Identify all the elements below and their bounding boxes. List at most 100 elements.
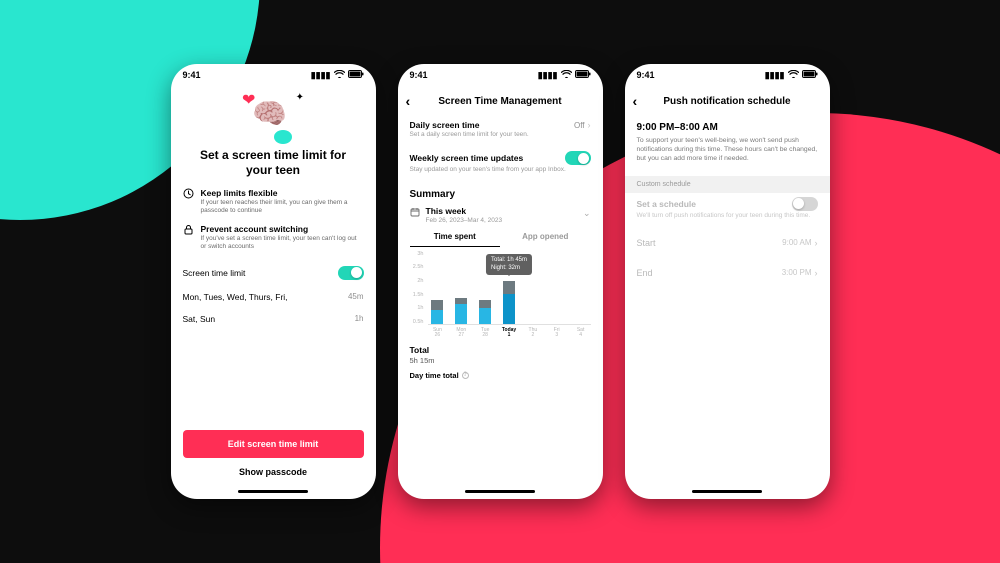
total-row: Total 5h 15m xyxy=(410,345,591,365)
wifi-icon xyxy=(788,70,799,80)
status-time: 9:41 xyxy=(637,70,655,80)
summary-heading: Summary xyxy=(410,189,591,200)
calendar-icon xyxy=(410,207,420,219)
daily-value: Off xyxy=(574,121,585,130)
tab-app-opened[interactable]: App opened xyxy=(500,232,591,247)
chart-tooltip: Total: 1h 45m Night: 32m xyxy=(486,254,532,276)
start-time-row[interactable]: Start 9:00 AM › xyxy=(637,228,818,258)
screen-time-limit-toggle[interactable] xyxy=(338,266,364,280)
daily-sub: Set a daily screen time limit for your t… xyxy=(410,131,591,139)
date-range-selector[interactable]: This week Feb 26, 2023–Mar 4, 2023 ⌄ xyxy=(410,204,591,230)
lock-icon xyxy=(183,224,195,252)
weekdays-label: Mon, Tues, Wed, Thurs, Fri, xyxy=(183,292,288,302)
chart-y-axis: 3h2.5h2h1.5h1h0.5h xyxy=(410,251,424,325)
info-prevent: Prevent account switching If you've set … xyxy=(183,224,364,252)
phones-row: 9:41 ▮▮▮▮ ❤ 🧠 ✦ Set a screen time limit … xyxy=(0,0,1000,563)
day-time-total-row: Day time total ? xyxy=(410,371,591,380)
start-value: 9:00 AM xyxy=(782,238,811,247)
weekly-sub: Stay updated on your teen's time from yo… xyxy=(410,166,591,174)
info-prevent-title: Prevent account switching xyxy=(201,224,364,234)
toggle-label: Screen time limit xyxy=(183,268,246,278)
weekend-row[interactable]: Sat, Sun 1h xyxy=(183,308,364,330)
show-passcode-button[interactable]: Show passcode xyxy=(183,458,364,486)
nav-bar: ‹ Screen Time Management xyxy=(398,86,603,116)
signal-icon: ▮▮▮▮ xyxy=(765,70,785,81)
page-title-line1: Set a screen time limit for xyxy=(189,148,358,163)
tooltip-total: Total: 1h 45m xyxy=(491,257,527,265)
summary-tabs: Time spent App opened xyxy=(410,232,591,247)
battery-icon xyxy=(348,70,364,80)
day-time-total-label: Day time total xyxy=(410,371,459,380)
wifi-icon xyxy=(334,70,345,80)
back-button[interactable]: ‹ xyxy=(633,94,638,108)
phone-push-notification-schedule: 9:41 ▮▮▮▮ ‹ Push notification schedule 9… xyxy=(625,64,830,499)
set-schedule-toggle[interactable] xyxy=(792,197,818,211)
hero-illustration: ❤ 🧠 ✦ xyxy=(238,94,308,142)
arrow-icon xyxy=(274,130,292,144)
page-title-line2: your teen xyxy=(189,163,358,178)
chevron-right-icon: › xyxy=(815,268,818,278)
set-schedule-sub: We'll turn off push notifications for yo… xyxy=(637,212,818,220)
battery-icon xyxy=(575,70,591,80)
info-flexible-sub: If your teen reaches their limit, you ca… xyxy=(201,199,364,216)
status-bar: 9:41 ▮▮▮▮ xyxy=(625,64,830,86)
phone-screen-time-management: 9:41 ▮▮▮▮ ‹ Screen Time Management Daily… xyxy=(398,64,603,499)
info-flexible-title: Keep limits flexible xyxy=(201,188,364,198)
home-indicator xyxy=(238,490,308,493)
range-dates: Feb 26, 2023–Mar 4, 2023 xyxy=(426,217,503,224)
weekly-label: Weekly screen time updates xyxy=(410,153,524,163)
chart-x-axis: Sun26Mon27Tue28Today1Thu2Fri3Sat4 xyxy=(428,328,591,339)
default-schedule-range: 9:00 PM–8:00 AM xyxy=(637,122,818,133)
status-bar: 9:41 ▮▮▮▮ xyxy=(171,64,376,86)
weekdays-value: 45m xyxy=(348,292,364,301)
home-indicator xyxy=(465,490,535,493)
sparkle-icon: ✦ xyxy=(296,92,304,103)
end-time-row[interactable]: End 3:00 PM › xyxy=(637,258,818,288)
weekly-updates-row[interactable]: Weekly screen time updates Stay updated … xyxy=(410,147,591,182)
battery-icon xyxy=(802,70,818,80)
chevron-right-icon: › xyxy=(815,238,818,248)
page-title: Set a screen time limit for your teen xyxy=(183,148,364,178)
info-flexible: Keep limits flexible If your teen reache… xyxy=(183,188,364,216)
phone-screen-time-limit: 9:41 ▮▮▮▮ ❤ 🧠 ✦ Set a screen time limit … xyxy=(171,64,376,499)
nav-title: Screen Time Management xyxy=(438,96,561,107)
weekdays-row[interactable]: Mon, Tues, Wed, Thurs, Fri, 45m xyxy=(183,286,364,308)
weekend-label: Sat, Sun xyxy=(183,314,216,324)
status-icons: ▮▮▮▮ xyxy=(538,70,591,81)
status-icons: ▮▮▮▮ xyxy=(311,70,364,81)
default-schedule-sub: To support your teen's well-being, we wo… xyxy=(637,136,818,164)
tab-time-spent[interactable]: Time spent xyxy=(410,232,501,247)
chevron-down-icon: ⌄ xyxy=(583,208,591,219)
status-time: 9:41 xyxy=(183,70,201,80)
signal-icon: ▮▮▮▮ xyxy=(311,70,331,81)
brain-icon: 🧠 xyxy=(252,100,287,128)
custom-schedule-section: Custom schedule xyxy=(625,176,830,193)
total-label: Total xyxy=(410,345,591,355)
status-icons: ▮▮▮▮ xyxy=(765,70,818,81)
status-time: 9:41 xyxy=(410,70,428,80)
start-label: Start xyxy=(637,238,656,248)
range-label: This week xyxy=(426,206,503,216)
nav-title: Push notification schedule xyxy=(663,96,790,107)
end-label: End xyxy=(637,268,653,278)
signal-icon: ▮▮▮▮ xyxy=(538,70,558,81)
chevron-right-icon: › xyxy=(588,120,591,130)
home-indicator xyxy=(692,490,762,493)
weekend-value: 1h xyxy=(355,314,364,323)
time-spent-chart: 3h2.5h2h1.5h1h0.5h Sun26Mon27Tue28Today1… xyxy=(410,251,591,339)
daily-label: Daily screen time xyxy=(410,120,480,130)
info-prevent-sub: If you've set a screen time limit, your … xyxy=(201,235,364,252)
daily-screen-time-row[interactable]: Daily screen time Off › Set a daily scre… xyxy=(410,116,591,147)
edit-limit-button[interactable]: Edit screen time limit xyxy=(183,430,364,458)
screen-time-limit-toggle-row[interactable]: Screen time limit xyxy=(183,260,364,286)
total-value: 5h 15m xyxy=(410,356,591,365)
set-schedule-label: Set a schedule xyxy=(637,199,697,209)
clock-icon xyxy=(183,188,195,216)
nav-bar: ‹ Push notification schedule xyxy=(625,86,830,116)
info-icon[interactable]: ? xyxy=(462,372,469,379)
back-button[interactable]: ‹ xyxy=(406,94,411,108)
weekly-updates-toggle[interactable] xyxy=(565,151,591,165)
tooltip-night: Night: 32m xyxy=(491,265,527,273)
set-schedule-row[interactable]: Set a schedule We'll turn off push notif… xyxy=(637,193,818,228)
status-bar: 9:41 ▮▮▮▮ xyxy=(398,64,603,86)
